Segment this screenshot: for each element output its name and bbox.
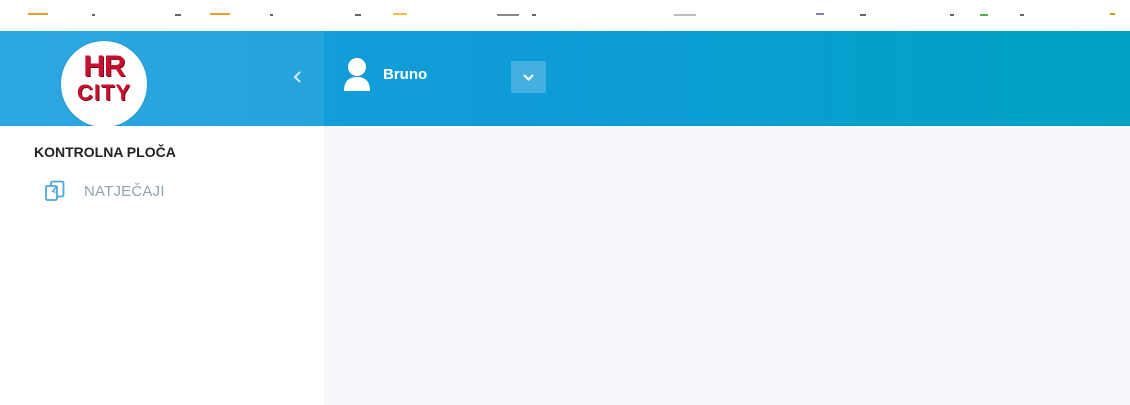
hr-city-logo[interactable]: HR CITY xyxy=(61,41,147,127)
chevron-left-icon xyxy=(293,71,301,83)
strip-mark xyxy=(816,13,824,15)
strip-mark xyxy=(950,14,954,16)
sidebar-item-natjecaji[interactable]: NATJEČAJI xyxy=(44,179,284,205)
top-header: HR CITY Bruno xyxy=(0,31,1130,127)
strip-mark xyxy=(860,14,866,16)
strip-mark xyxy=(674,14,696,16)
strip-mark xyxy=(497,14,519,16)
main-content xyxy=(324,126,1130,405)
strip-mark xyxy=(175,14,181,16)
strip-mark xyxy=(355,14,361,16)
logo-line2: CITY xyxy=(76,80,132,105)
logo-line1: HR xyxy=(83,50,125,83)
sidebar-item-label: NATJEČAJI xyxy=(84,183,165,200)
strip-mark xyxy=(532,14,536,16)
top-strip xyxy=(0,0,1130,31)
user-icon[interactable] xyxy=(343,57,371,93)
strip-mark xyxy=(270,14,273,16)
sidebar: KONTROLNA PLOČA NATJEČAJI xyxy=(0,126,324,405)
strip-mark xyxy=(210,13,230,15)
documents-icon xyxy=(45,180,65,201)
sidebar-section-title[interactable]: KONTROLNA PLOČA xyxy=(34,143,176,161)
strip-mark xyxy=(92,14,95,16)
brand-area: HR CITY xyxy=(0,31,324,127)
chevron-down-icon xyxy=(523,74,534,82)
strip-mark xyxy=(1020,14,1024,16)
strip-mark xyxy=(28,13,48,15)
strip-mark xyxy=(393,13,407,15)
user-dropdown-button[interactable] xyxy=(511,61,546,93)
strip-mark xyxy=(1110,13,1115,15)
user-name[interactable]: Bruno xyxy=(383,65,427,85)
strip-mark xyxy=(980,14,988,16)
sidebar-collapse-button[interactable] xyxy=(288,65,308,89)
